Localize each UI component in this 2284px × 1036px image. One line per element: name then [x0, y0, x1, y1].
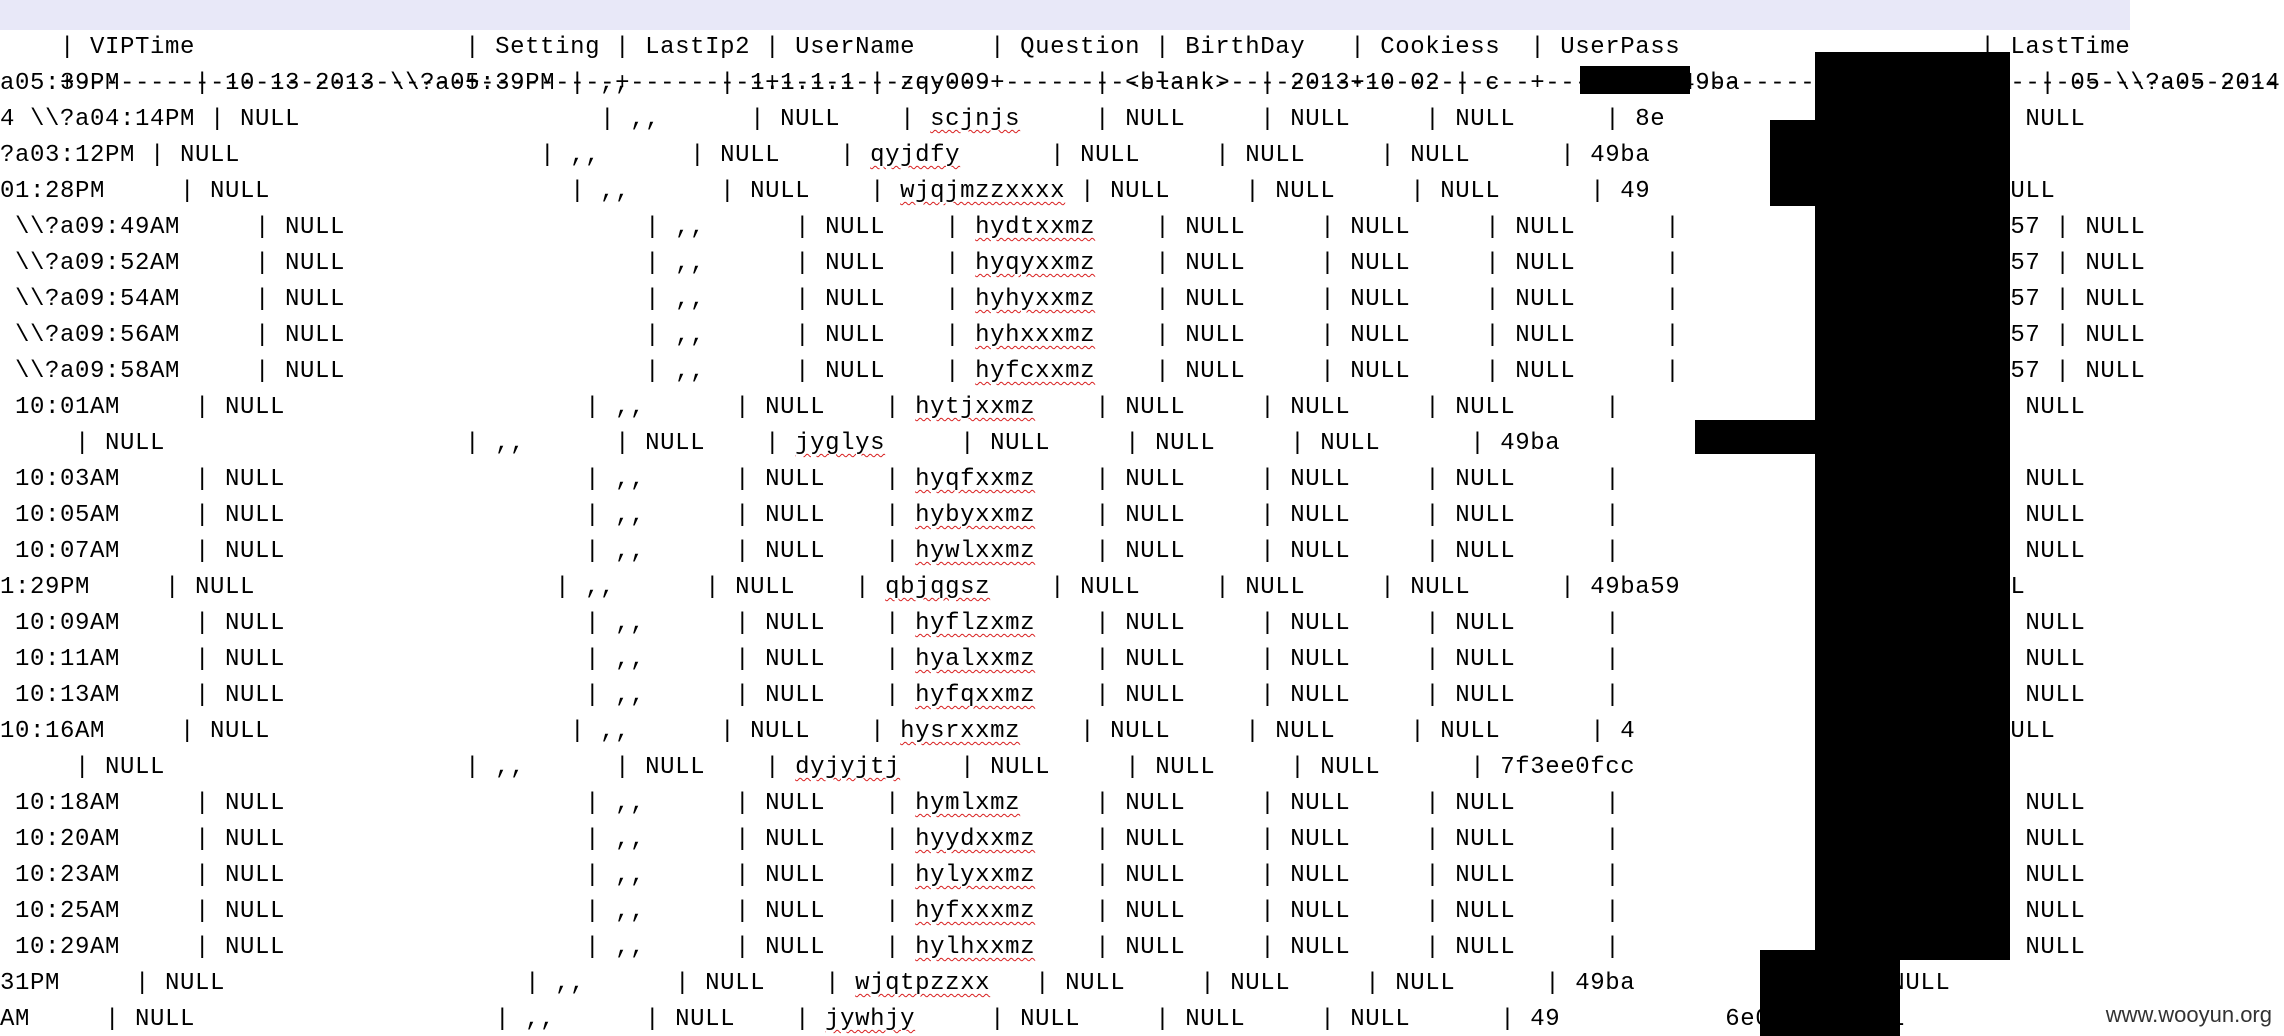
table-row: 10:03AM | NULL | ,, | NULL | hyqfxxmz | …: [0, 462, 2085, 498]
question-value: hysrxxmz: [900, 718, 1021, 745]
row-text: 10:23AM | NULL | ,, | NULL |: [0, 862, 916, 889]
question-value: hywlxxmz: [915, 538, 1036, 565]
table-row: 10:05AM | NULL | ,, | NULL | hybyxxmz | …: [0, 498, 2085, 534]
table-row: 10:18AM | NULL | ,, | NULL | hymlxmz | N…: [0, 786, 2085, 822]
redaction-block-small-1: [1580, 66, 1690, 94]
row-text: 10:03AM | NULL | ,, | NULL |: [0, 466, 916, 493]
question-value: hyalxxmz: [915, 646, 1036, 673]
question-value: hyfcxxmz: [975, 358, 1096, 385]
question-value: hylhxxmz: [915, 934, 1036, 961]
table-row: 01:28PM | NULL | ,, | NULL | wjqjmzzxxxx…: [0, 174, 2055, 210]
row-text: 10:01AM | NULL | ,, | NULL |: [0, 394, 916, 421]
table-row: ?a03:12PM | NULL | ,, | NULL | qyjdfy | …: [0, 138, 2010, 174]
row-text: 01:28PM | NULL | ,, | NULL |: [0, 178, 901, 205]
table-row: 10:23AM | NULL | ,, | NULL | hylyxxmz | …: [0, 858, 2085, 894]
row-tail-text: | NULL | NULL | NULL | 7f3ee0fcc LL: [900, 754, 1876, 781]
table-row: 10:20AM | NULL | ,, | NULL | hyydxxmz | …: [0, 822, 2085, 858]
row-text: 10:13AM | NULL | ,, | NULL |: [0, 682, 916, 709]
table-row: 31PM | NULL | ,, | NULL | wjqtpzzxx | NU…: [0, 966, 1950, 1002]
row-text: | NULL | ,, | NULL |: [0, 754, 796, 781]
row-text: \\?a09:54AM | NULL | ,, | NULL |: [0, 286, 976, 313]
row-text: 1:29PM | NULL | ,, | NULL |: [0, 574, 886, 601]
row-tail-text: | NULL | NULL | NULL | 49ba: [885, 430, 1561, 457]
question-value: hyfqxxmz: [915, 682, 1036, 709]
table-row: AM | NULL | ,, | NULL | jywhjy | NULL | …: [0, 1002, 1905, 1036]
table-row: 10:07AM | NULL | ,, | NULL | hywlxxmz | …: [0, 534, 2085, 570]
question-value: hyydxxmz: [915, 826, 1036, 853]
row-text: 10:25AM | NULL | ,, | NULL |: [0, 898, 916, 925]
row-text: 10:20AM | NULL | ,, | NULL |: [0, 826, 916, 853]
question-value: hyqfxxmz: [915, 466, 1036, 493]
question-value: hydtxxmz: [975, 214, 1096, 241]
row-text: ?a03:12PM | NULL | ,, | NULL |: [0, 142, 871, 169]
table-header: | VIPTime | Setting | LastIp2 | UserName…: [0, 0, 2131, 61]
question-value: hylyxxmz: [915, 862, 1036, 889]
redaction-block-main: [1815, 52, 2010, 960]
watermark: www.wooyun.org: [2093, 994, 2284, 1036]
question-value: wjqtpzzxx: [855, 970, 991, 997]
row-text: 10:05AM | NULL | ,, | NULL |: [0, 502, 916, 529]
redaction-block-small-3: [1695, 420, 1825, 454]
table-row: 10:11AM | NULL | ,, | NULL | hyalxxmz | …: [0, 642, 2085, 678]
question-value: hyhxxxmz: [975, 322, 1096, 349]
table-row: | NULL | ,, | NULL | dyjyjtj | NULL | NU…: [0, 750, 1875, 786]
question-value: hymlxmz: [915, 790, 1021, 817]
question-value: scjnjs: [930, 106, 1021, 133]
table-row: 10:16AM | NULL | ,, | NULL | hysrxxmz | …: [0, 714, 2055, 750]
row-text: 10:16AM | NULL | ,, | NULL |: [0, 718, 901, 745]
question-value: wjqjmzzxxxx: [900, 178, 1066, 205]
row-text: 4 \\?a04:14PM | NULL | ,, | NULL |: [0, 106, 931, 133]
question-value: hyhyxxmz: [975, 286, 1096, 313]
table-row: 10:09AM | NULL | ,, | NULL | hyflzxmz | …: [0, 606, 2085, 642]
table-row: 1:29PM | NULL | ,, | NULL | qbjqgsz | NU…: [0, 570, 2025, 606]
row-text: 31PM | NULL | ,, | NULL |: [0, 970, 856, 997]
row-text: \\?a09:56AM | NULL | ,, | NULL |: [0, 322, 976, 349]
row-text: 10:09AM | NULL | ,, | NULL |: [0, 610, 916, 637]
row-text: 10:29AM | NULL | ,, | NULL |: [0, 934, 916, 961]
row-tail-text: | NULL | NULL | NULL | 49 6e057 | NULL: [915, 1006, 1906, 1033]
table-row: 10:13AM | NULL | ,, | NULL | hyfqxxmz | …: [0, 678, 2085, 714]
redaction-block-small-2: [1770, 120, 1830, 206]
table-row: 10:25AM | NULL | ,, | NULL | hyfxxxmz | …: [0, 894, 2085, 930]
row-text: 10:18AM | NULL | ,, | NULL |: [0, 790, 916, 817]
question-value: jywhjy: [825, 1006, 916, 1033]
row-text: | NULL | ,, | NULL |: [0, 430, 796, 457]
row-text: \\?a09:58AM | NULL | ,, | NULL |: [0, 358, 976, 385]
row-text: AM | NULL | ,, | NULL |: [0, 1006, 826, 1033]
question-value: hyqyxxmz: [975, 250, 1096, 277]
question-value: qyjdfy: [870, 142, 961, 169]
row-text: 10:07AM | NULL | ,, | NULL |: [0, 538, 916, 565]
question-value: hybyxxmz: [915, 502, 1036, 529]
question-value: hyfxxxmz: [915, 898, 1036, 925]
terminal-output: | VIPTime | Setting | LastIp2 | UserName…: [0, 0, 2284, 1036]
question-value: qbjqgsz: [885, 574, 991, 601]
row-text: \\?a09:49AM | NULL | ,, | NULL |: [0, 214, 976, 241]
watermark-text: www.wooyun.org: [2105, 1002, 2272, 1027]
table-row: | NULL | ,, | NULL | jyglys | NULL | NUL…: [0, 426, 1560, 462]
question-value: hyflzxmz: [915, 610, 1036, 637]
question-value: jyglys: [795, 430, 886, 457]
question-value: hytjxxmz: [915, 394, 1036, 421]
row-text: 10:11AM | NULL | ,, | NULL |: [0, 646, 916, 673]
redaction-block-small-4: [1760, 950, 1900, 1036]
question-value: dyjyjtj: [795, 754, 901, 781]
row-text: \\?a09:52AM | NULL | ,, | NULL |: [0, 250, 976, 277]
